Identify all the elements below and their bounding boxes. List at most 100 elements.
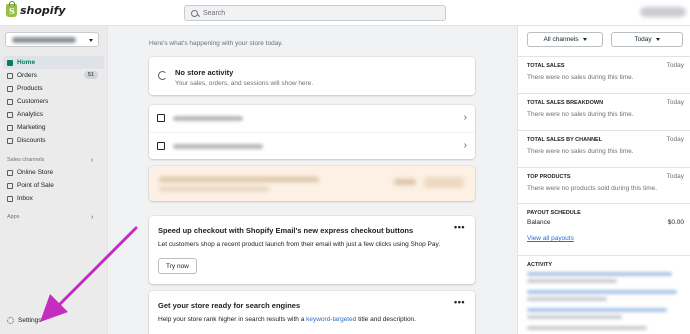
sidebar-item-label: Orders xyxy=(17,72,37,79)
metric-title: TOTAL SALES xyxy=(527,63,565,69)
sidebar-item-inbox[interactable]: Inbox xyxy=(3,192,104,205)
activity-time-redacted xyxy=(527,326,647,330)
store-icon xyxy=(7,169,13,176)
view-all-payouts-link[interactable]: View all payouts xyxy=(527,235,574,242)
channels-nav: Online Store Point of Sale Inbox xyxy=(3,166,104,205)
top-bar: shopify Search xyxy=(0,0,690,26)
sidebar-item-label: Online Store xyxy=(17,169,54,176)
sidebar-item-label: Point of Sale xyxy=(17,182,54,189)
sidebar-item-orders[interactable]: Orders 51 xyxy=(3,69,104,82)
activity-title: ACTIVITY xyxy=(527,262,553,268)
search-placeholder: Search xyxy=(203,9,226,17)
email-promo-card: Speed up checkout with Shopify Email's n… xyxy=(149,216,475,284)
banner-text-redacted xyxy=(159,187,269,191)
metric-title: TOTAL SALES BY CHANNEL xyxy=(527,137,603,143)
intro-text: Here's what's happening with your store … xyxy=(149,40,283,47)
shopify-bag-icon xyxy=(6,1,17,17)
task-text-redacted xyxy=(173,116,243,121)
promo-body: Help your store rank higher in search re… xyxy=(158,316,416,323)
activity-title: No store activity xyxy=(175,68,234,77)
caret-down-icon xyxy=(582,38,587,41)
sidebar-item-label: Inbox xyxy=(17,195,33,202)
download-icon xyxy=(157,114,165,122)
banner-link-redacted[interactable] xyxy=(394,179,416,185)
sidebar-item-marketing[interactable]: Marketing xyxy=(3,121,104,134)
balance-label: Balance xyxy=(527,219,551,226)
sidebar-item-label: Home xyxy=(17,59,36,66)
activity-icon xyxy=(158,71,167,80)
metric-sales-breakdown: TOTAL SALES BREAKDOWN Today There were n… xyxy=(518,93,690,130)
sidebar-item-point-of-sale[interactable]: Point of Sale xyxy=(3,179,104,192)
right-panel: All channels Today TOTAL SALES Today The… xyxy=(517,26,690,334)
apps-header[interactable]: Apps › xyxy=(7,214,93,221)
metric-text: There were no sales during this time. xyxy=(527,148,634,155)
sidebar-item-home[interactable]: Home xyxy=(3,56,104,69)
activity-entry-redacted[interactable] xyxy=(527,290,677,294)
logo-text: shopify xyxy=(20,4,66,17)
activity-time-redacted xyxy=(527,297,607,301)
promo-body: Let customers shop a recent product laun… xyxy=(158,241,441,248)
task-text-redacted xyxy=(173,144,263,149)
activity-time-redacted xyxy=(527,315,622,319)
more-actions-icon[interactable]: ••• xyxy=(454,222,465,232)
seo-promo-card: Get your store ready for search engines … xyxy=(149,291,475,334)
metric-title: TOP PRODUCTS xyxy=(527,174,571,180)
promo-title: Get your store ready for search engines xyxy=(158,301,301,310)
search-input[interactable]: Search xyxy=(184,5,446,21)
channel-filter-select[interactable]: All channels xyxy=(527,32,603,47)
metric-text: There were no sales during this time. xyxy=(527,111,634,118)
date-filter-select[interactable]: Today xyxy=(611,32,683,47)
sales-channels-header[interactable]: Sales channels › xyxy=(7,157,93,164)
activity-time-redacted xyxy=(527,279,617,283)
sidebar-item-label: Settings xyxy=(18,317,42,324)
sidebar-item-discounts[interactable]: Discounts xyxy=(3,134,104,147)
try-now-button[interactable]: Try now xyxy=(158,258,197,274)
keyword-targeted-link[interactable]: keyword-targeted xyxy=(306,316,356,323)
chevron-right-icon: › xyxy=(91,157,94,164)
orders-icon xyxy=(7,72,13,79)
sidebar-item-settings[interactable]: Settings xyxy=(7,317,42,324)
activity-entry-redacted[interactable] xyxy=(527,272,672,276)
activity-entry-redacted[interactable] xyxy=(527,308,667,312)
sidebar: Home Orders 51 Products Customers Analyt… xyxy=(0,26,108,334)
more-actions-icon[interactable]: ••• xyxy=(454,297,465,307)
promo-title: Speed up checkout with Shopify Email's n… xyxy=(158,226,414,235)
sidebar-item-online-store[interactable]: Online Store xyxy=(3,166,104,179)
caret-down-icon xyxy=(89,39,93,42)
task-row[interactable]: › xyxy=(149,132,475,159)
chevron-right-icon: › xyxy=(91,214,94,221)
metric-period: Today xyxy=(666,136,684,143)
sidebar-item-label: Customers xyxy=(17,98,49,105)
main-nav: Home Orders 51 Products Customers Analyt… xyxy=(3,56,104,147)
bar-chart-icon xyxy=(7,111,13,118)
metric-period: Today xyxy=(666,99,684,106)
store-selector[interactable] xyxy=(5,32,99,47)
banner-text-redacted xyxy=(159,177,319,182)
account-menu[interactable] xyxy=(640,7,686,17)
task-row[interactable]: › xyxy=(149,105,475,132)
filter-label: All channels xyxy=(543,36,579,43)
search-icon xyxy=(191,9,198,17)
warning-banner xyxy=(149,166,475,201)
sidebar-item-analytics[interactable]: Analytics xyxy=(3,108,104,121)
metric-text: There were no products sold during this … xyxy=(527,185,658,192)
activity-subtitle: Your sales, orders, and sessions will sh… xyxy=(175,80,314,87)
metric-period: Today xyxy=(666,173,684,180)
payout-schedule: PAYOUT SCHEDULE Balance $0.00 View all p… xyxy=(518,203,690,251)
gear-icon xyxy=(7,317,14,324)
discount-icon xyxy=(7,137,13,144)
tag-icon xyxy=(7,85,13,92)
metric-total-sales: TOTAL SALES Today There were no sales du… xyxy=(518,56,690,93)
section-label: Apps xyxy=(7,214,20,220)
metric-sales-by-channel: TOTAL SALES BY CHANNEL Today There were … xyxy=(518,130,690,167)
chevron-right-icon: › xyxy=(463,140,467,151)
person-icon xyxy=(7,98,13,105)
metric-period: Today xyxy=(666,62,684,69)
sidebar-item-customers[interactable]: Customers xyxy=(3,95,104,108)
banner-button-redacted[interactable] xyxy=(424,177,464,188)
chevron-right-icon: › xyxy=(463,112,467,123)
shopify-logo[interactable]: shopify xyxy=(6,1,66,17)
tasks-card: › › xyxy=(149,105,475,159)
sidebar-item-products[interactable]: Products xyxy=(3,82,104,95)
main-content: Here's what's happening with your store … xyxy=(108,26,517,334)
